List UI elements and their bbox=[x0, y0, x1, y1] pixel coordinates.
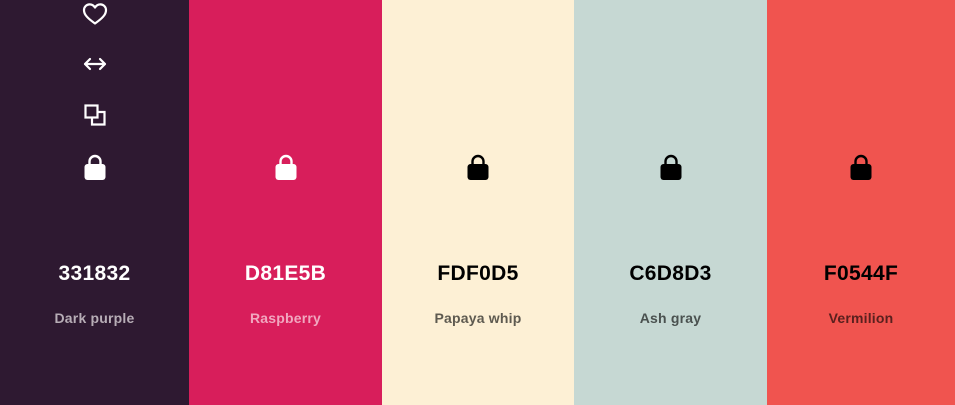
color-name: Dark purple bbox=[54, 310, 135, 326]
lock-icon bbox=[467, 154, 489, 180]
color-name: Vermilion bbox=[828, 310, 894, 326]
lock-button[interactable] bbox=[657, 153, 685, 181]
color-swatch-2[interactable]: D81E5B Raspberry bbox=[189, 0, 382, 405]
drag-button[interactable] bbox=[81, 50, 109, 78]
color-swatch-4[interactable]: C6D8D3 Ash gray bbox=[574, 0, 767, 405]
copy-button[interactable] bbox=[81, 101, 109, 129]
lock-button[interactable] bbox=[464, 153, 492, 181]
color-name: Ash gray bbox=[639, 310, 702, 326]
color-palette: 331832 Dark purple D81E5B Raspberry FDF0… bbox=[0, 0, 955, 405]
heart-icon bbox=[82, 3, 107, 25]
lock-icon bbox=[275, 154, 296, 180]
hex-code[interactable]: FDF0D5 bbox=[382, 262, 574, 286]
color-swatch-3[interactable]: FDF0D5 Papaya whip bbox=[382, 0, 574, 405]
color-swatch-1[interactable]: 331832 Dark purple bbox=[0, 0, 189, 405]
lock-icon bbox=[660, 154, 681, 180]
hex-code[interactable]: C6D8D3 bbox=[574, 262, 767, 286]
color-name: Raspberry bbox=[249, 310, 322, 326]
hex-code[interactable]: D81E5B bbox=[189, 262, 382, 286]
lock-button[interactable] bbox=[847, 153, 875, 181]
lock-button[interactable] bbox=[272, 153, 300, 181]
color-name: Papaya whip bbox=[434, 310, 522, 326]
hex-code[interactable]: F0544F bbox=[767, 262, 955, 286]
arrows-horizontal-icon bbox=[83, 57, 106, 71]
color-swatch-5[interactable]: F0544F Vermilion bbox=[767, 0, 955, 405]
favorite-button[interactable] bbox=[81, 0, 109, 28]
hex-code[interactable]: 331832 bbox=[0, 262, 189, 286]
copy-icon bbox=[83, 104, 106, 126]
lock-icon bbox=[84, 154, 105, 180]
lock-button[interactable] bbox=[81, 153, 109, 181]
lock-icon bbox=[850, 154, 872, 180]
